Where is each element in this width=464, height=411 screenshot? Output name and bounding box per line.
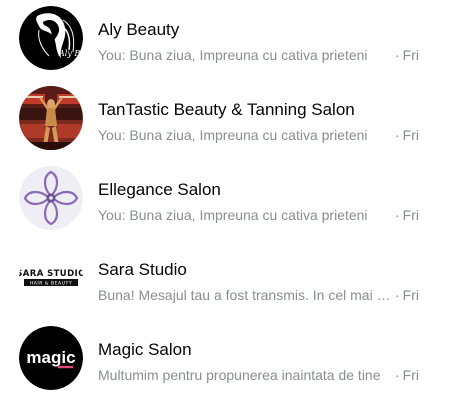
magic-logo-icon: magic	[19, 326, 83, 390]
message-time: Fri	[402, 207, 419, 223]
conversation-item-magic-salon[interactable]: magic Magic Salon Multumim pentru propun…	[0, 320, 464, 400]
conversation-name: TanTastic Beauty & Tanning Salon	[98, 100, 355, 119]
conversation-item-ellegance-salon[interactable]: Ellegance Salon You: Buna ziua, Impreuna…	[0, 160, 464, 240]
separator-dot: ·	[395, 47, 400, 63]
conversation-name: Sara Studio	[98, 260, 187, 279]
magic-logo-text: magic	[26, 348, 75, 367]
conversation-name: Aly Beauty	[98, 20, 180, 39]
conversation-name: Ellegance Salon	[98, 180, 221, 199]
message-preview: You: Buna ziua, Impreuna cu cativa priet…	[98, 47, 368, 63]
tanning-salon-photo-icon	[19, 86, 83, 150]
conversation-meta: You: Buna ziua, Impreuna cu cativa priet…	[98, 126, 419, 144]
conversation-list: Aly Be Aly Beauty You: Buna ziua, Impreu…	[0, 0, 464, 411]
message-preview: You: Buna ziua, Impreuna cu cativa priet…	[98, 127, 368, 143]
separator-dot: ·	[395, 287, 400, 303]
separator-dot: ·	[395, 367, 400, 383]
conversation-meta: You: Buna ziua, Impreuna cu cativa priet…	[98, 46, 419, 64]
message-preview: Buna! Mesajul tau a fost transmis. In ce…	[98, 287, 393, 303]
aly-beauty-logo-icon: Aly Be	[19, 6, 83, 70]
conversation-meta: Buna! Mesajul tau a fost transmis. In ce…	[98, 286, 419, 304]
sara-logo-title: SARA STUDIO	[19, 269, 83, 279]
message-time: Fri	[402, 287, 419, 303]
message-time: Fri	[402, 367, 419, 383]
message-preview: Multumim pentru propunerea inaintata de …	[98, 367, 381, 383]
flower-logo-icon	[19, 166, 83, 230]
message-time: Fri	[402, 127, 419, 143]
conversation-item-sara-studio[interactable]: SARA STUDIO HAIR & BEAUTY Sara Studio Bu…	[0, 240, 464, 320]
conversation-name: Magic Salon	[98, 340, 192, 359]
message-time: Fri	[402, 47, 419, 63]
conversation-meta: You: Buna ziua, Impreuna cu cativa priet…	[98, 206, 419, 224]
conversation-meta: Multumim pentru propunerea inaintata de …	[98, 366, 419, 384]
sara-studio-logo-icon: SARA STUDIO HAIR & BEAUTY	[19, 246, 83, 310]
separator-dot: ·	[395, 207, 400, 223]
conversation-item-tantastic[interactable]: TanTastic Beauty & Tanning Salon You: Bu…	[0, 80, 464, 160]
aly-logo-text: Aly Be	[58, 49, 83, 58]
separator-dot: ·	[395, 127, 400, 143]
sara-logo-subtitle: HAIR & BEAUTY	[30, 281, 72, 287]
conversation-item-aly-beauty[interactable]: Aly Be Aly Beauty You: Buna ziua, Impreu…	[0, 0, 464, 80]
message-preview: You: Buna ziua, Impreuna cu cativa priet…	[98, 207, 368, 223]
